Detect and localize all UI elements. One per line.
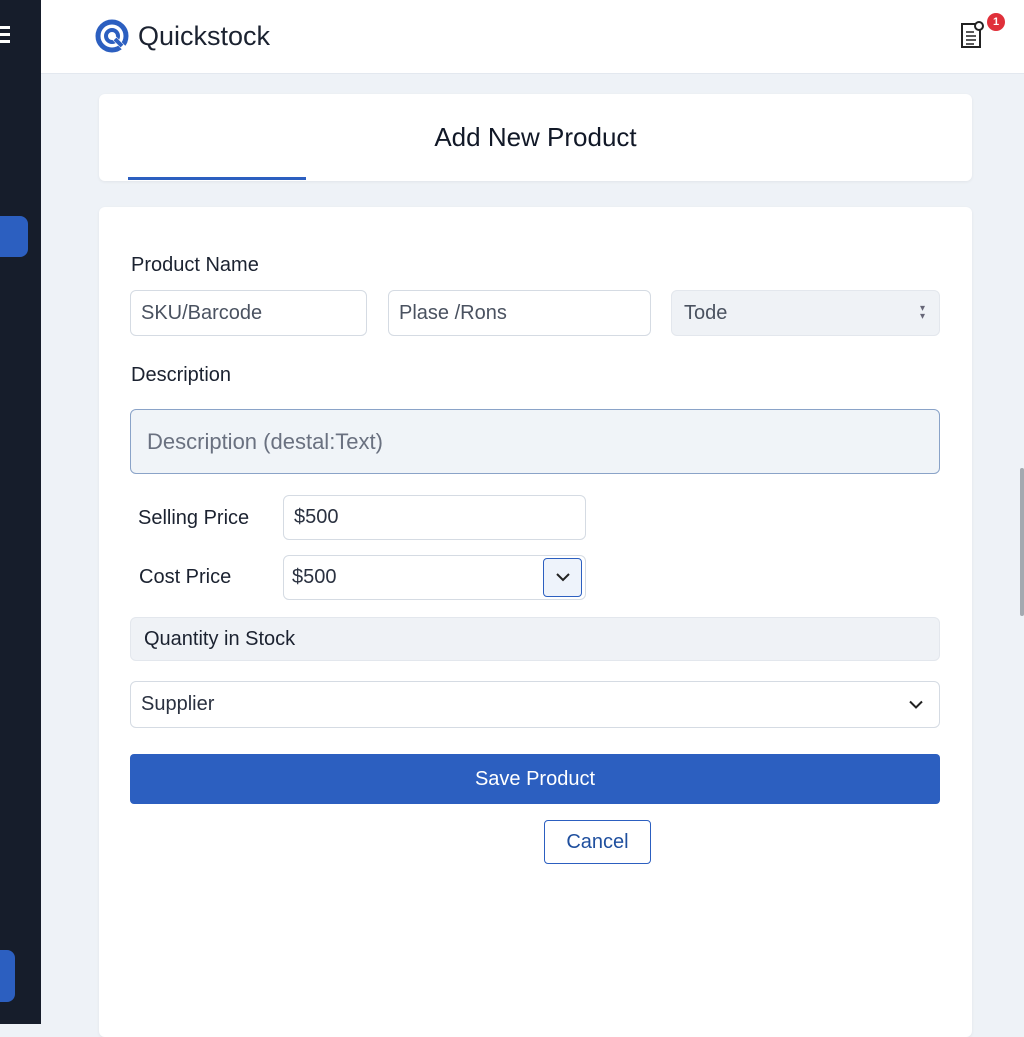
notification-badge: 1 xyxy=(987,13,1005,31)
supplier-value: Supplier xyxy=(141,693,215,715)
selling-price-input[interactable]: $500 xyxy=(283,495,586,540)
page-title: Add New Product xyxy=(434,122,637,152)
save-product-button[interactable]: Save Product xyxy=(130,754,940,804)
chevron-down-icon xyxy=(555,573,570,582)
title-card: Add New Product xyxy=(99,94,972,181)
product-field-input[interactable]: Plase /Rons xyxy=(388,290,651,336)
cost-price-input[interactable]: $500 xyxy=(283,555,586,600)
sidebar xyxy=(0,0,41,1024)
product-form: Product Name SKU/Barcode Plase /Rons Tod… xyxy=(99,207,972,1037)
top-bar: Quickstock 1 xyxy=(41,0,1024,74)
supplier-select[interactable]: Supplier xyxy=(130,681,940,728)
scrollbar[interactable] xyxy=(1020,468,1024,616)
cost-price-value: $500 xyxy=(292,566,337,588)
menu-icon[interactable] xyxy=(0,26,10,47)
sidebar-item-bottom[interactable] xyxy=(0,950,15,1002)
app-name: Quickstock xyxy=(138,20,271,51)
active-tab-indicator xyxy=(128,177,306,180)
type-select-value: Tode xyxy=(684,301,728,324)
sku-input[interactable]: SKU/Barcode xyxy=(130,290,367,336)
cost-price-dropdown-button[interactable] xyxy=(543,558,582,597)
description-input[interactable]: Description (destal:Text) xyxy=(130,409,940,474)
quickstock-logo-icon xyxy=(95,19,129,53)
description-label: Description xyxy=(131,364,232,386)
select-arrows-icon: ▾ ▾ xyxy=(919,303,925,322)
cost-price-label: Cost Price xyxy=(139,566,232,588)
logo[interactable]: Quickstock xyxy=(94,18,270,54)
chevron-down-icon xyxy=(909,700,923,709)
quantity-input[interactable]: Quantity in Stock xyxy=(130,617,940,661)
notification-document-icon[interactable] xyxy=(959,20,985,50)
product-name-label: Product Name xyxy=(131,254,259,276)
sidebar-item-active[interactable] xyxy=(0,216,28,257)
selling-price-label: Selling Price xyxy=(138,507,250,529)
type-select[interactable]: Tode ▾ ▾ xyxy=(671,290,940,336)
cancel-button[interactable]: Cancel xyxy=(544,820,651,864)
